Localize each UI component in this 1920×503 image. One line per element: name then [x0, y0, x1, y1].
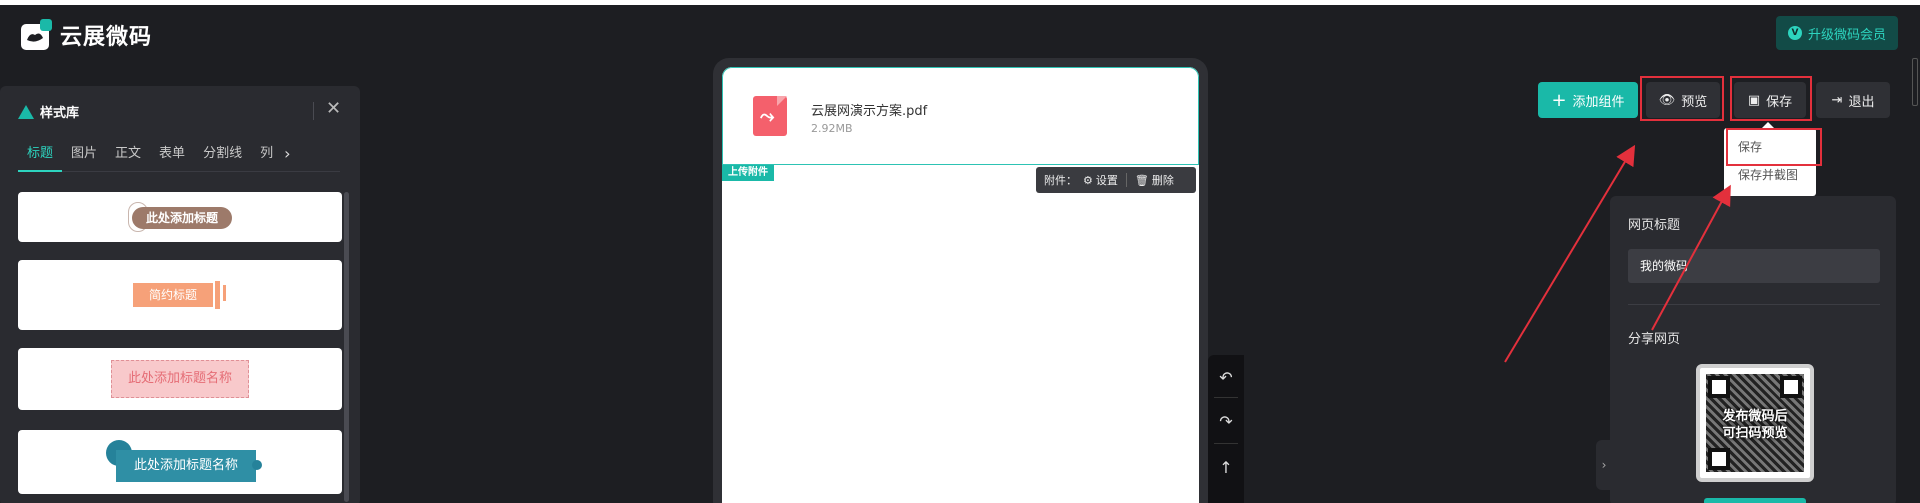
menu-item-save-and-screenshot[interactable]: 保存并截图 [1738, 166, 1798, 183]
trash-icon: 🗑 [1134, 173, 1149, 187]
file-name: 云展网演示方案.pdf [811, 104, 928, 119]
title-style-preview: 此处添加标题名称 [111, 360, 249, 398]
settings-button[interactable]: ⚙ 设置 [1083, 172, 1118, 188]
history-toolbar: ↶ ↷ ↑ [1208, 355, 1244, 503]
upgrade-vip-label: 升级微码会员 [1807, 27, 1886, 43]
logo-icon [20, 18, 54, 52]
panel-scrollbar[interactable] [344, 192, 349, 502]
attachment-component[interactable]: ⤳ 云展网演示方案.pdf 2.92MB [722, 67, 1199, 165]
decoration-bar [215, 281, 220, 309]
triangle-icon [18, 104, 34, 119]
share-page-label: 分享网页 [1628, 332, 1681, 347]
page-title-input[interactable]: 我的微码 [1628, 249, 1880, 283]
style-library-title: 样式库 [40, 106, 80, 121]
title-style-preview: 简约标题 [133, 283, 213, 307]
style-tabs: 标题 图片 正文 表单 分割线 列 › [18, 142, 340, 172]
attachment-toolbar: 附件： ⚙ 设置 🗑 删除 [1036, 167, 1196, 193]
style-library-header: 样式库 [18, 102, 79, 121]
logo-text: 云展微码 [60, 25, 153, 50]
qr-hint-line1: 发布微码后 [1722, 409, 1788, 424]
title-style-card[interactable]: 此处添加标题名称 [18, 348, 342, 410]
plus-icon: + [1551, 89, 1567, 111]
exit-button[interactable]: ⇥ 退出 [1816, 82, 1890, 118]
settings-label: 设置 [1095, 174, 1118, 187]
delete-label: 删除 [1151, 174, 1174, 187]
publish-button[interactable] [1704, 498, 1806, 503]
exit-icon: ⇥ [1831, 92, 1843, 108]
title-style-card[interactable]: 简约标题 [18, 260, 342, 330]
style-library-panel: 样式库 ✕ 标题 图片 正文 表单 分割线 列 › 此处添加标题 简约标题 此处… [0, 86, 360, 503]
tab-list[interactable]: 列 [251, 142, 282, 172]
app-logo[interactable]: 云展微码 [20, 18, 152, 52]
phone-canvas: ⤳ 云展网演示方案.pdf 2.92MB 上传附件 附件： ⚙ 设置 🗑 删除 [713, 58, 1208, 503]
highlight-box-save-menu [1726, 128, 1822, 166]
upgrade-vip-button[interactable]: V 升级微码会员 [1776, 16, 1898, 50]
page-title-label: 网页标题 [1628, 218, 1681, 233]
tab-body-text[interactable]: 正文 [106, 142, 150, 172]
tab-divider[interactable]: 分割线 [194, 142, 251, 172]
tab-image[interactable]: 图片 [62, 142, 106, 172]
up-arrow-icon[interactable]: ↑ [1208, 449, 1244, 485]
highlight-box-save [1730, 76, 1812, 121]
add-component-button[interactable]: + 添加组件 [1538, 82, 1638, 118]
title-style-card[interactable]: 此处添加标题 [18, 192, 342, 242]
phone-screen[interactable]: ⤳ 云展网演示方案.pdf 2.92MB 上传附件 附件： ⚙ 设置 🗑 删除 [722, 67, 1199, 503]
page-settings-panel: 网页标题 我的微码 分享网页 发布微码后 可扫码预览 [1610, 196, 1896, 503]
redo-icon[interactable]: ↷ [1208, 403, 1244, 439]
decoration-bar [223, 285, 226, 301]
delete-button[interactable]: 🗑 删除 [1135, 172, 1174, 188]
add-component-label: 添加组件 [1572, 94, 1625, 110]
edge-scroll-indicator[interactable] [1912, 58, 1918, 106]
title-style-preview: 此处添加标题 [132, 207, 232, 229]
header-divider [313, 102, 314, 120]
decoration-dot [252, 460, 262, 470]
attachment-toolbar-label: 附件： [1044, 174, 1077, 187]
title-style-preview: 此处添加标题名称 [116, 450, 256, 482]
file-size: 2.92MB [811, 122, 853, 135]
highlight-box-preview [1640, 76, 1724, 121]
gear-icon: ⚙ [1083, 173, 1093, 187]
top-strip [0, 0, 1920, 5]
qr-hint-line2: 可扫码预览 [1722, 426, 1788, 441]
chevron-right-icon[interactable]: › [284, 142, 290, 171]
undo-icon[interactable]: ↶ [1208, 359, 1244, 395]
close-icon[interactable]: ✕ [326, 100, 341, 118]
upload-attachment-tag: 上传附件 [722, 165, 774, 181]
qr-code-pattern: 发布微码后 可扫码预览 [1706, 374, 1804, 472]
tab-title[interactable]: 标题 [18, 142, 63, 172]
pdf-icon: ⤳ [753, 96, 787, 136]
vip-icon: V [1787, 26, 1802, 40]
qr-code-preview: 发布微码后 可扫码预览 [1696, 364, 1814, 482]
title-style-card[interactable]: 此处添加标题名称 [18, 430, 342, 494]
exit-label: 退出 [1848, 94, 1875, 110]
qr-hint-text: 发布微码后 可扫码预览 [1706, 408, 1804, 442]
chevron-right-icon[interactable]: › [1596, 440, 1612, 490]
settings-divider [1628, 304, 1880, 305]
tab-form[interactable]: 表单 [150, 142, 194, 172]
